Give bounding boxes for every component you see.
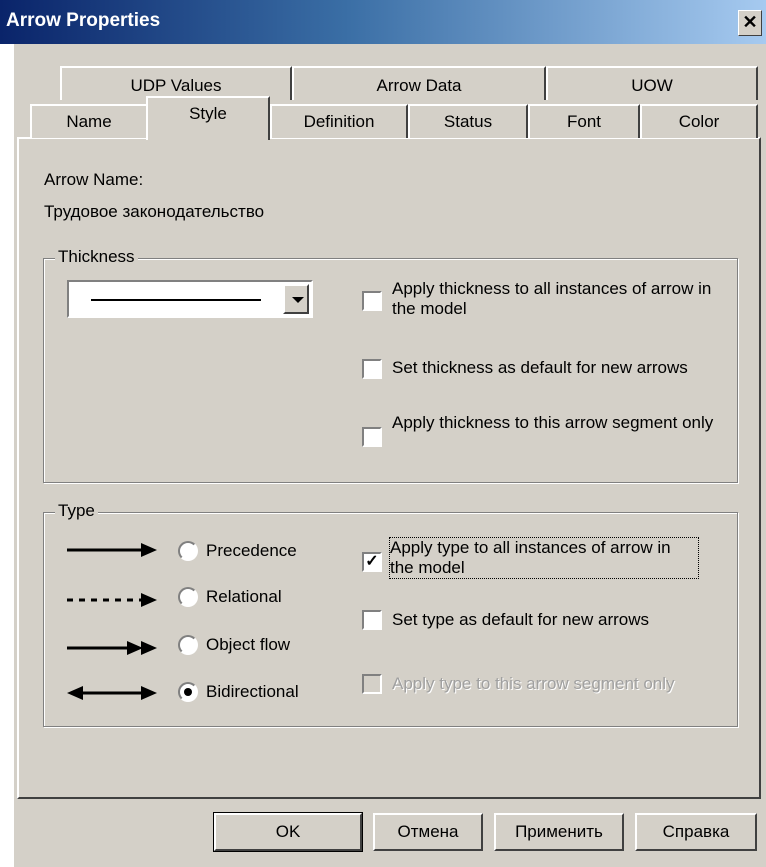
tab-status[interactable]: Status	[408, 104, 528, 138]
tab-label: UDP Values	[130, 76, 222, 95]
set-type-default-checkbox[interactable]	[362, 610, 382, 630]
type-legend: Type	[55, 501, 98, 521]
tab-label: Definition	[303, 112, 375, 131]
tab-color[interactable]: Color	[640, 104, 758, 138]
apply-type-all-checkbox[interactable]: ✓	[362, 552, 382, 572]
set-thickness-default-checkbox[interactable]	[362, 359, 382, 379]
tab-label: Arrow Data	[376, 76, 462, 95]
tab-label: Name	[66, 112, 112, 131]
tab-udp-values[interactable]: UDP Values	[60, 66, 292, 100]
tab-name[interactable]: Name	[30, 104, 148, 138]
set-thickness-default-label: Set thickness as default for new arrows	[392, 358, 688, 377]
apply-type-segment-checkbox	[362, 674, 382, 694]
radio-object-flow[interactable]	[178, 635, 198, 655]
apply-thickness-segment-checkbox[interactable]	[362, 427, 382, 447]
close-icon: ✕	[742, 12, 758, 32]
tab-uow[interactable]: UOW	[546, 66, 758, 100]
cancel-button[interactable]: Отмена	[373, 813, 483, 851]
line-thickness-preview	[91, 299, 261, 301]
set-type-default-label: Set type as default for new arrows	[392, 610, 650, 629]
arrow-name-value: Трудовое законодательство	[44, 202, 265, 221]
radio-precedence[interactable]	[178, 541, 198, 561]
thickness-legend: Thickness	[55, 247, 138, 267]
radio-relational[interactable]	[178, 587, 198, 607]
apply-thickness-all-label: Apply thickness to all instances of arro…	[392, 279, 712, 318]
apply-button[interactable]: Применить	[494, 813, 624, 851]
tab-definition[interactable]: Definition	[270, 104, 408, 138]
tab-label: Style	[189, 104, 227, 123]
apply-thickness-all-checkbox[interactable]	[362, 291, 382, 311]
radio-bidirectional[interactable]	[178, 682, 198, 702]
solid-arrow-icon	[67, 543, 157, 557]
tab-style[interactable]: Style	[146, 96, 270, 140]
tab-font[interactable]: Font	[528, 104, 640, 138]
apply-thickness-segment-label: Apply thickness to this arrow segment on…	[392, 413, 714, 432]
apply-type-all-label: Apply type to all instances of arrow in …	[389, 537, 699, 579]
chevron-down-icon[interactable]	[283, 284, 309, 314]
tab-label: UOW	[631, 76, 673, 95]
dashed-arrow-icon	[67, 593, 157, 607]
tab-label: Color	[678, 112, 720, 131]
tab-label: Status	[443, 112, 493, 131]
radio-selected-dot	[184, 688, 192, 696]
radio-relational-label: Relational	[206, 587, 282, 606]
radio-bidirectional-label: Bidirectional	[206, 682, 299, 701]
thickness-dropdown[interactable]	[67, 280, 313, 318]
arrow-name-label: Arrow Name:	[44, 170, 144, 189]
tab-label: Font	[566, 112, 602, 131]
radio-object-flow-label: Object flow	[206, 635, 291, 654]
tab-arrow-data[interactable]: Arrow Data	[292, 66, 546, 100]
radio-precedence-label: Precedence	[206, 541, 297, 560]
help-button[interactable]: Справка	[635, 813, 757, 851]
bidirectional-arrow-icon	[67, 686, 157, 700]
close-button[interactable]: ✕	[738, 10, 762, 36]
window-title: Arrow Properties	[6, 10, 161, 31]
ok-button[interactable]: OK	[213, 812, 363, 852]
apply-type-segment-label: Apply type to this arrow segment only	[392, 674, 675, 693]
double-head-arrow-icon	[67, 641, 157, 655]
